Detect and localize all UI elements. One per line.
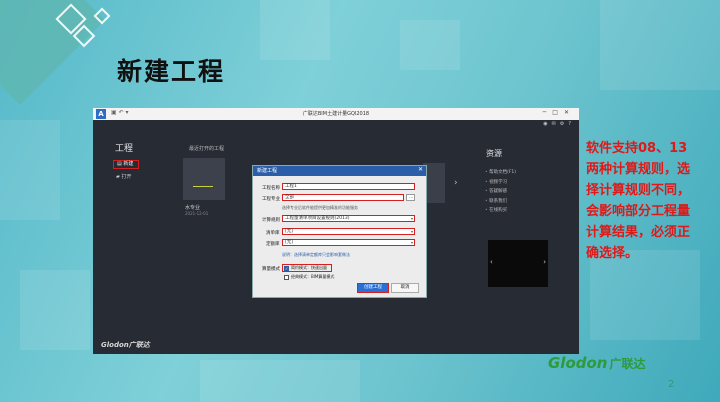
message-icon[interactable]: ✉ <box>552 121 560 127</box>
dialog-titlebar: 新建工程 ✕ <box>253 166 426 176</box>
minimize-icon[interactable]: ─ <box>543 109 553 116</box>
recent-projects-title: 最近打开的工程 <box>189 146 225 152</box>
browse-button[interactable]: … <box>406 194 415 201</box>
calc-rule-select[interactable]: 工程量清单项目设置规则(2013) ▾ <box>282 215 415 222</box>
specialty-field[interactable]: 全部 <box>282 194 404 201</box>
bill-lib-label: 清单库 <box>266 231 280 236</box>
quota-lib-value: [无] <box>285 240 294 245</box>
window-title: 广联达BIM土建计量GQI2018 <box>302 111 370 117</box>
mode-simple-option[interactable]: ✓ 简约模式：快速出量 <box>284 265 327 271</box>
resources-list: 帮助文档(F1) 视频学习 答疑解惑 联系我们 在线购买 <box>485 168 516 216</box>
quota-lib-select[interactable]: [无] ▾ <box>282 239 415 246</box>
resource-qa[interactable]: 答疑解惑 <box>485 187 516 197</box>
resource-help[interactable]: 帮助文档(F1) <box>485 168 516 178</box>
folder-icon: ▰ <box>116 174 120 180</box>
mode-label: 算量模式 <box>262 267 280 272</box>
sidebar-item-open[interactable]: ▰ 打开 <box>116 173 131 180</box>
specialty-note: 选择专业后软件能提供更加精准的功能服务 <box>282 205 358 210</box>
chevron-down-icon: ▾ <box>410 229 413 234</box>
maximize-icon[interactable]: □ <box>552 109 564 116</box>
recent-project-name: 水专业 <box>185 205 201 211</box>
sidebar-item-new[interactable]: ▤ 新建 <box>113 160 139 169</box>
project-name-label: 工程名称 <box>262 186 280 191</box>
video-banner[interactable]: ‹ › <box>488 240 548 287</box>
recent-project-date: 2021-12-01 <box>185 211 209 216</box>
quota-lib-label: 定额库 <box>266 242 280 247</box>
mode-simple-label: 简约模式：快速出量 <box>291 265 327 270</box>
sidebar-item-label: 打开 <box>121 174 132 180</box>
dialog-title: 新建工程 <box>257 168 278 174</box>
resource-buy[interactable]: 在线购买 <box>485 206 516 216</box>
resource-contact[interactable]: 联系我们 <box>485 197 516 207</box>
page-number: 2 <box>668 379 675 390</box>
mode-classic-label: 经典模式：BIM算量模式 <box>291 274 335 279</box>
recent-project-thumbnail[interactable] <box>183 158 225 200</box>
company-logo: Glodon 广联达 <box>548 354 646 372</box>
new-project-dialog: 新建工程 ✕ 工程名称 工程1 工程专业 全部 … 选择专业后软件能提供更加精准… <box>252 165 427 298</box>
help-icon[interactable]: ? <box>568 121 575 127</box>
checkbox-icon[interactable] <box>284 274 289 280</box>
logo-cn: 广联达 <box>609 357 646 371</box>
bill-lib-select[interactable]: [无] ▾ <box>282 228 415 235</box>
top-right-icons: ◉✉⚙? <box>543 121 575 127</box>
mode-classic-option[interactable]: 经典模式：BIM算量模式 <box>284 274 334 280</box>
chevron-down-icon: ▾ <box>410 216 413 221</box>
chevron-right-icon[interactable]: › <box>543 258 546 266</box>
chevron-left-icon[interactable]: ‹ <box>490 258 493 266</box>
chevron-right-icon[interactable]: › <box>454 178 458 188</box>
create-project-button[interactable]: 创建工程 <box>357 283 389 293</box>
calc-rule-label: 计算规则 <box>262 218 280 223</box>
close-icon[interactable]: ✕ <box>418 166 423 173</box>
callout-text: 软件支持08、13两种计算规则，选择计算规则不同，会影响部分工程量计算结果，必须… <box>586 141 691 261</box>
resource-video[interactable]: 视频学习 <box>485 178 516 188</box>
brand-watermark: Glodon广联达 <box>101 341 150 349</box>
project-name-field[interactable]: 工程1 <box>282 183 415 190</box>
close-icon[interactable]: ✕ <box>564 109 575 116</box>
chevron-down-icon: ▾ <box>410 240 413 245</box>
logo-latin: Glodon <box>548 354 608 372</box>
window-titlebar: A ▣ ↶ ▾ 广联达BIM土建计量GQI2018 ─□✕ <box>93 108 579 120</box>
window-controls: ─□✕ <box>543 109 575 116</box>
new-file-icon: ▤ <box>117 161 122 167</box>
slide-title: 新建工程 <box>117 57 226 86</box>
bill-lib-value: [无] <box>285 229 294 234</box>
specialty-label: 工程专业 <box>262 197 280 202</box>
software-screenshot: A ▣ ↶ ▾ 广联达BIM土建计量GQI2018 ─□✕ ◉✉⚙? 工程 ▤ … <box>93 108 579 354</box>
sidebar-item-label: 新建 <box>123 161 134 167</box>
thumbnail-drawing <box>193 186 213 187</box>
cancel-button[interactable]: 取消 <box>391 283 419 293</box>
checkbox-checked-icon[interactable]: ✓ <box>284 265 289 271</box>
sidebar-title: 工程 <box>115 144 134 154</box>
calc-rule-value: 工程量清单项目设置规则(2013) <box>285 216 350 221</box>
resources-title: 资源 <box>486 149 502 158</box>
lib-hint: 说明：选择清单定额库只会影响套做法 <box>282 252 350 257</box>
user-icon[interactable]: ◉ <box>543 121 551 127</box>
